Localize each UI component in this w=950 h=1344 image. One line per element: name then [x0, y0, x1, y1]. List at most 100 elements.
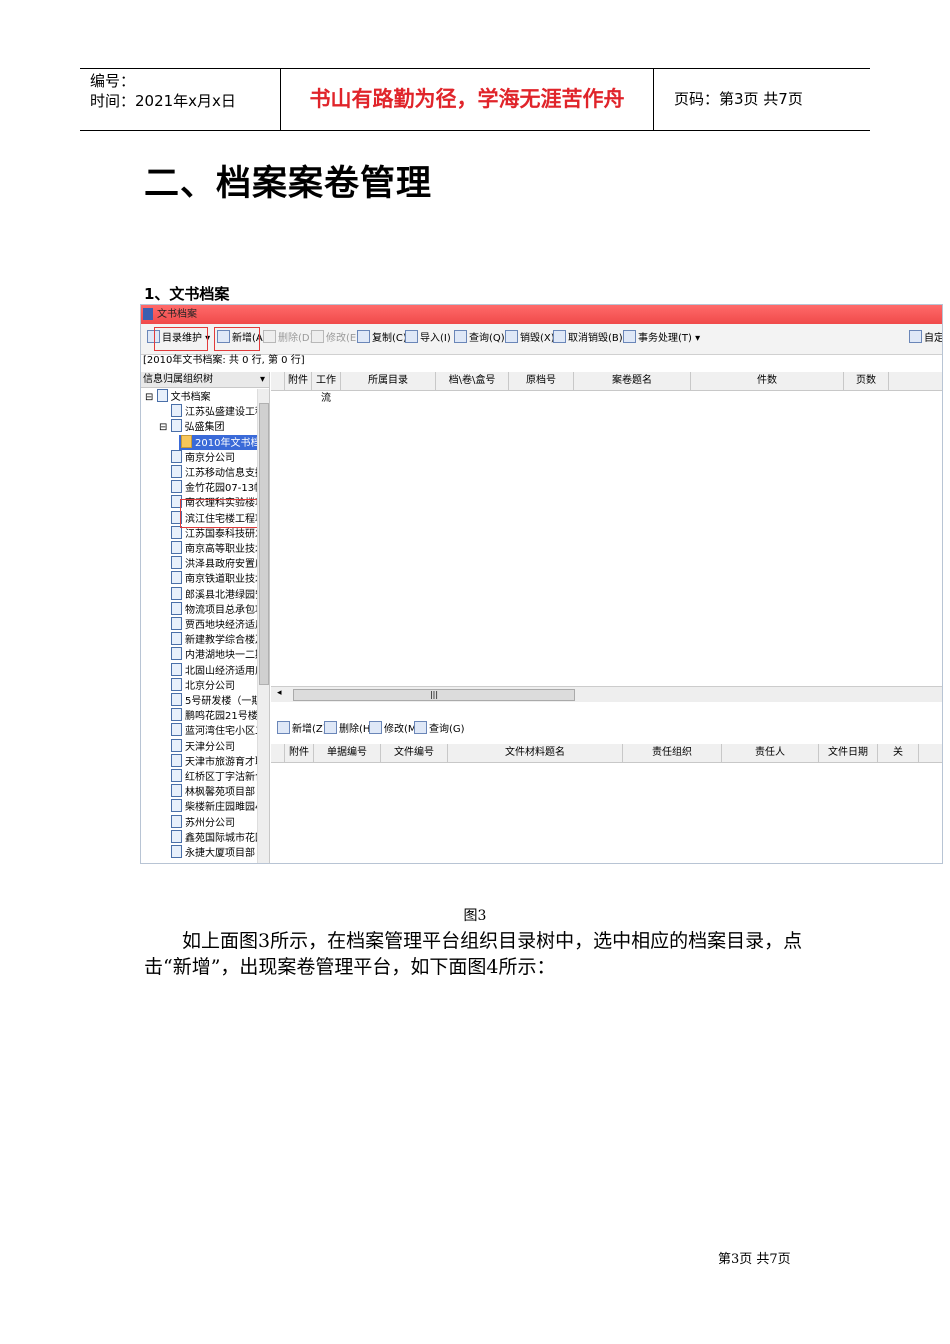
- column-header[interactable]: 案卷题名: [574, 372, 691, 390]
- query-button[interactable]: 查询(Q): [454, 330, 505, 347]
- app-icon: [143, 308, 153, 320]
- search-icon: [414, 721, 427, 734]
- tree-item[interactable]: 天津分公司: [171, 738, 235, 754]
- time-label: 时间：2021年x月x日: [90, 92, 236, 110]
- tree-item[interactable]: 永捷大厦项目部: [171, 845, 255, 860]
- tree-item-label: 南京高等职业技术: [185, 544, 257, 555]
- sub-modify-button[interactable]: 修改(M): [369, 721, 420, 738]
- tree-item[interactable]: 洪泽县政府安置房: [171, 556, 257, 571]
- archive-icon: [171, 449, 182, 463]
- scroll-left-icon[interactable]: ◂: [277, 688, 282, 698]
- archive-icon: [171, 784, 182, 798]
- search-icon: [454, 330, 467, 343]
- tree-item-label: 柴楼新庄园雎园4#: [185, 802, 257, 814]
- column-header[interactable]: 原档号: [509, 372, 574, 390]
- tree-item[interactable]: 林枫馨苑项目部: [171, 784, 255, 799]
- tree-header-select[interactable]: 信息归属组织树 ▾: [141, 372, 269, 388]
- tree-item[interactable]: ⊟ 弘盛集团: [159, 419, 225, 434]
- column-header[interactable]: 关: [878, 744, 919, 762]
- column-header[interactable]: 所属目录: [341, 372, 436, 390]
- import-button[interactable]: 导入(I): [405, 330, 451, 347]
- hscroll-thumb[interactable]: |||: [293, 689, 575, 701]
- column-header[interactable]: 文件编号: [381, 744, 448, 762]
- tree-item[interactable]: 金竹花园07-13幢: [171, 480, 257, 495]
- tree-item[interactable]: 北固山经济适用房: [171, 662, 257, 678]
- archive-icon: [171, 571, 182, 585]
- destroy-label: 销毁(X): [520, 333, 555, 344]
- cancel-destroy-label: 取消销毁(B): [568, 333, 623, 344]
- delete-button[interactable]: 删除(D): [263, 330, 314, 347]
- tree-scrollbar[interactable]: [257, 389, 269, 863]
- tree-item-label: 红桥区丁字沽新合: [185, 772, 257, 783]
- destroy-icon: [505, 330, 518, 343]
- section-title: 二、档案案卷管理: [144, 164, 433, 204]
- copy-button[interactable]: 复制(C): [357, 330, 407, 347]
- tree-item[interactable]: 物流项目总承包项: [171, 601, 257, 617]
- column-header[interactable]: 页数: [844, 372, 889, 390]
- sub-query-button[interactable]: 查询(G): [414, 721, 465, 738]
- tree-item[interactable]: 蓝河湾住宅小区二: [171, 723, 257, 738]
- tree-item[interactable]: 鑫苑国际城市花园: [171, 829, 257, 845]
- tree-item[interactable]: 2010年文书档案: [179, 434, 257, 450]
- row-selector-header: [271, 744, 285, 762]
- column-header[interactable]: 件数: [691, 372, 844, 390]
- tree-item[interactable]: 新建教学综合楼及: [171, 632, 257, 647]
- folder-icon: [181, 434, 192, 448]
- grid-hscrollbar[interactable]: ◂ |||: [271, 686, 942, 702]
- column-header[interactable]: 附件: [285, 744, 314, 762]
- tree-item[interactable]: 南京铁道职业技术: [171, 571, 257, 586]
- app-screenshot: 文书档案 目录维护 ▾ 新增(A) 删除(D) 修改(E) 复制(C) 导入(I…: [140, 304, 943, 864]
- tree-item[interactable]: 柴楼新庄园雎园4#: [171, 799, 257, 814]
- column-header[interactable]: 附件: [285, 372, 312, 390]
- org-tree: ⊟ 文书档案 江苏弘盛建设工程⊟ 弘盛集团 2010年文书档案南京分公司江苏移动信…: [141, 389, 257, 863]
- tree-item[interactable]: 红桥区丁字沽新合: [171, 769, 257, 784]
- column-header[interactable]: 档\卷\盒号: [436, 372, 509, 390]
- column-header[interactable]: 责任组织: [623, 744, 722, 762]
- tree-item-label: 南京铁道职业技术: [185, 574, 257, 586]
- column-header[interactable]: 责任人: [722, 744, 819, 762]
- tree-item-label: 天津市旅游育才职: [185, 756, 257, 768]
- archive-icon: [171, 632, 182, 646]
- tree-item[interactable]: 南京高等职业技术: [171, 541, 257, 556]
- sub-toolbar: 新增(Z) 删除(H) 修改(M) 查询(G): [271, 718, 942, 740]
- custom-label: 自定义: [924, 333, 943, 344]
- tree-item[interactable]: 天津市旅游育才职: [171, 753, 257, 769]
- tree-item[interactable]: 鹏鸣花园21号楼项: [171, 708, 257, 723]
- tree-item[interactable]: 江苏国泰科技研发: [171, 525, 257, 541]
- archive-icon: [171, 662, 182, 676]
- cancel-destroy-icon: [553, 330, 566, 343]
- tree-header-label: 信息归属组织树: [143, 374, 213, 385]
- tree-item[interactable]: 苏州分公司: [171, 814, 235, 830]
- column-header[interactable]: 文件日期: [819, 744, 878, 762]
- page-label: 页码：第3页 共7页: [664, 69, 870, 130]
- tree-scroll-thumb[interactable]: [259, 403, 269, 685]
- tree-item[interactable]: 内港湖地块一二期: [171, 647, 257, 662]
- archive-icon: [171, 480, 182, 494]
- delete-icon: [324, 721, 337, 734]
- custom-button[interactable]: 自定义: [909, 330, 943, 347]
- destroy-button[interactable]: 销毁(X): [505, 330, 555, 347]
- tree-item-label: 苏州分公司: [185, 817, 235, 829]
- column-header[interactable]: 文件材料题名: [448, 744, 623, 762]
- tree-item-label: 鹏鸣花园21号楼项: [185, 711, 257, 723]
- tree-item[interactable]: 江苏弘盛建设工程: [171, 404, 257, 419]
- cancel-destroy-button[interactable]: 取消销毁(B): [553, 330, 623, 347]
- tree-item[interactable]: 北京分公司: [171, 677, 235, 693]
- tree-item-label: 物流项目总承包项: [185, 604, 257, 616]
- tree-root[interactable]: ⊟ 文书档案: [145, 389, 211, 404]
- archive-icon: [171, 586, 182, 600]
- affairs-button[interactable]: 事务处理(T) ▾: [623, 330, 700, 347]
- tree-item[interactable]: 5号研发楼（一期）: [171, 693, 257, 708]
- modify-button[interactable]: 修改(E): [311, 330, 360, 347]
- tree-item[interactable]: 贾西地块经济适用: [171, 617, 257, 632]
- column-header[interactable]: 工作流: [312, 372, 341, 404]
- tree-item[interactable]: 郎溪县北港绿园安: [171, 586, 257, 602]
- tree-item[interactable]: 江苏移动信息支撑: [171, 465, 257, 480]
- archive-icon: [171, 677, 182, 691]
- column-header[interactable]: 单据编号: [314, 744, 381, 762]
- tree-item-label: 江苏移动信息支撑: [185, 468, 257, 479]
- tree-item[interactable]: 南京分公司: [171, 449, 235, 465]
- sub-add-button[interactable]: 新增(Z): [277, 721, 327, 738]
- sub-delete-button[interactable]: 删除(H): [324, 721, 374, 738]
- file-grid-header: 附件 单据编号 文件编号 文件材料题名 责任组织 责任人 文件日期关: [271, 744, 942, 763]
